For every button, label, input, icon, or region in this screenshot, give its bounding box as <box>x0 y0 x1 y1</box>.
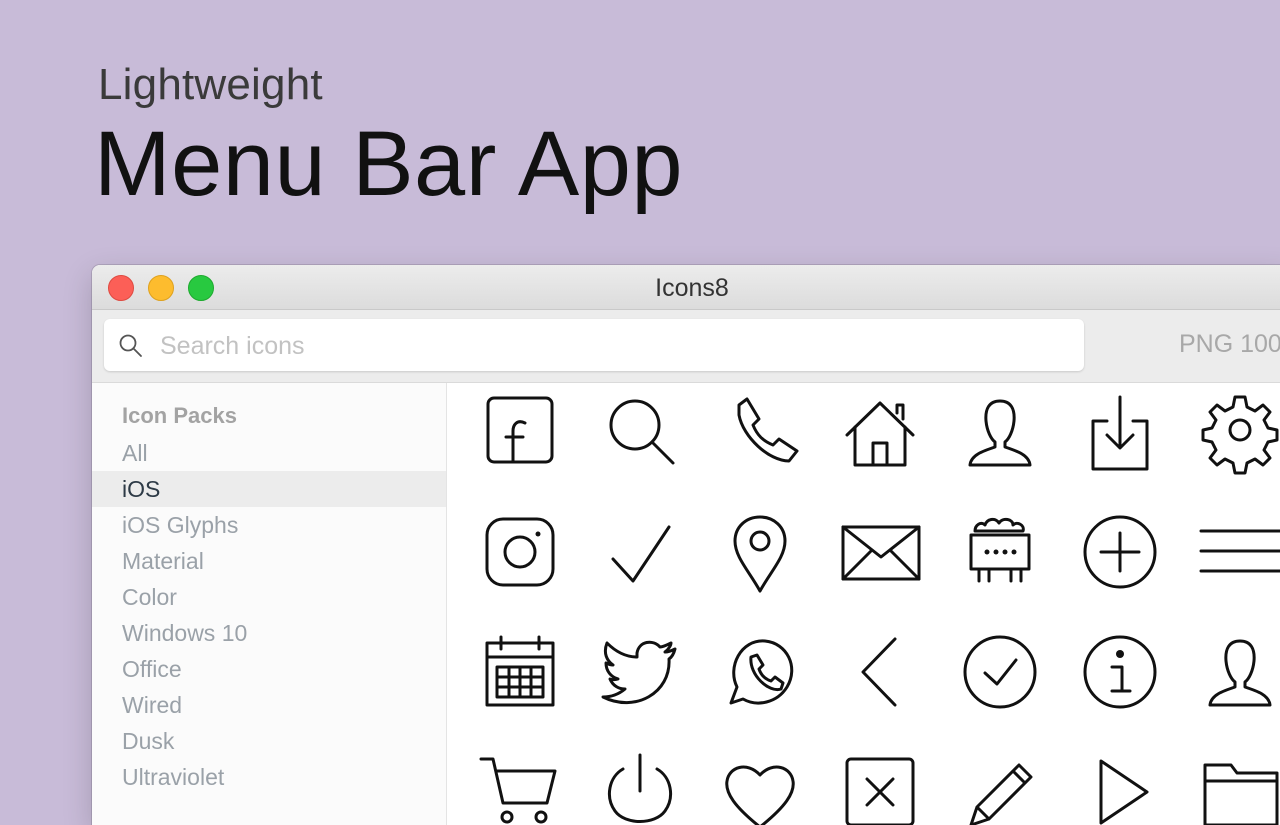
twitter-icon[interactable] <box>595 627 685 717</box>
info-icon[interactable] <box>1075 627 1165 717</box>
app-window: Icons8 PNG 100 Icon Packs AlliOSiOS Glyp… <box>92 265 1280 825</box>
hero-subtitle: Lightweight <box>98 60 323 109</box>
sidebar: Icon Packs All iOS iOS Glyphs Material Color… <box>92 383 447 825</box>
network-card-icon[interactable] <box>955 507 1045 597</box>
settings-icon[interactable] <box>1195 387 1280 477</box>
heart-icon[interactable] <box>715 747 805 825</box>
pencil-icon[interactable] <box>955 747 1045 825</box>
sidebar-item[interactable]: Material <box>92 543 446 579</box>
shopping-cart-icon[interactable] <box>475 747 565 825</box>
add-circle-icon[interactable] <box>1075 507 1165 597</box>
search-icon[interactable] <box>595 387 685 477</box>
sidebar-item[interactable]: Windows 10 <box>92 615 446 651</box>
hero-title: Menu Bar App <box>94 113 684 215</box>
search-box[interactable] <box>104 319 1084 371</box>
icon-pack-list: All iOS iOS Glyphs Material Color Windows 10 O… <box>92 435 446 795</box>
sidebar-item[interactable]: Wired <box>92 687 446 723</box>
sidebar-item[interactable]: iOS <box>92 471 446 507</box>
sidebar-heading: Icon Packs <box>122 403 237 428</box>
instagram-icon[interactable] <box>475 507 565 597</box>
location-pin-icon[interactable] <box>715 507 805 597</box>
user-icon[interactable] <box>955 387 1045 477</box>
sidebar-item[interactable]: All <box>92 435 446 471</box>
search-input[interactable] <box>158 327 1062 365</box>
window-title: Icons8 <box>655 274 729 302</box>
user-icon[interactable] <box>1195 627 1280 717</box>
window-titlebar[interactable]: Icons8 <box>92 265 1280 310</box>
chevron-left-icon[interactable] <box>835 627 925 717</box>
menu-icon[interactable] <box>1195 507 1280 597</box>
download-icon[interactable] <box>1075 387 1165 477</box>
close-box-icon[interactable] <box>835 747 925 825</box>
power-icon[interactable] <box>595 747 685 825</box>
search-icon <box>119 334 142 357</box>
whatsapp-icon[interactable] <box>715 627 805 717</box>
checked-circle-icon[interactable] <box>955 627 1045 717</box>
sidebar-item[interactable]: Ultraviolet <box>92 759 446 795</box>
home-icon[interactable] <box>835 387 925 477</box>
sidebar-item[interactable]: Color <box>92 579 446 615</box>
folder-icon[interactable] <box>1195 747 1280 825</box>
phone-icon[interactable] <box>715 387 805 477</box>
toolbar: PNG 100 <box>92 310 1280 383</box>
sidebar-item[interactable]: Dusk <box>92 723 446 759</box>
icon-grid <box>447 383 1280 825</box>
facebook-icon[interactable] <box>475 387 565 477</box>
sidebar-item[interactable]: iOS Glyphs <box>92 507 446 543</box>
calendar-icon[interactable] <box>475 627 565 717</box>
format-selector[interactable]: PNG 100 <box>1179 330 1280 359</box>
mail-icon[interactable] <box>835 507 925 597</box>
sidebar-item[interactable]: Office <box>92 651 446 687</box>
checkmark-icon[interactable] <box>595 507 685 597</box>
play-icon[interactable] <box>1075 747 1165 825</box>
